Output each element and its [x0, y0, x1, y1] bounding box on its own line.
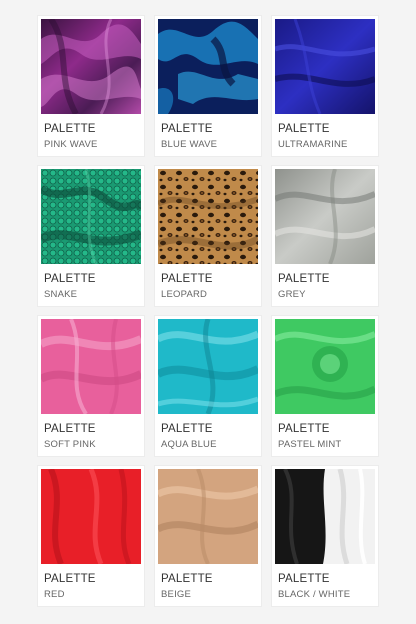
color-name: BLUE WAVE [161, 139, 218, 150]
brand-label: PALETTE [161, 123, 213, 135]
fabric-swatch-ultramarine [275, 19, 375, 114]
fabric-swatch-grey [275, 169, 375, 264]
brand-label: PALETTE [278, 123, 330, 135]
color-name: BLACK / WHITE [278, 589, 351, 600]
brand-label: PALETTE [278, 573, 330, 585]
brand-label: PALETTE [44, 273, 96, 285]
brand-label: PALETTE [278, 273, 330, 285]
brand-label: PALETTE [161, 423, 213, 435]
swatch-card-pastel-mint[interactable]: PALETTE PASTEL MINT [272, 316, 378, 456]
fabric-swatch-blue-wave [158, 19, 258, 114]
swatch-card-snake[interactable]: PALETTE SNAKE [38, 166, 144, 306]
color-name: SNAKE [44, 289, 78, 300]
swatch-card-black-white[interactable]: PALETTE BLACK / WHITE [272, 466, 378, 606]
color-name: LEOPARD [161, 289, 208, 300]
swatch-card-soft-pink[interactable]: PALETTE SOFT PINK [38, 316, 144, 456]
color-name: ULTRAMARINE [278, 139, 348, 150]
brand-label: PALETTE [161, 573, 213, 585]
swatch-card-blue-wave[interactable]: PALETTE BLUE WAVE [155, 16, 261, 156]
color-name: AQUA BLUE [161, 439, 217, 450]
brand-label: PALETTE [44, 123, 96, 135]
swatch-grid: PALETTE PINK WAVE PALETTE BLUE WAVE PALE… [38, 16, 378, 606]
fabric-swatch-black-white [275, 469, 375, 564]
swatch-card-beige[interactable]: PALETTE BEIGE [155, 466, 261, 606]
fabric-swatch-red [41, 469, 141, 564]
swatch-card-red[interactable]: PALETTE RED [38, 466, 144, 606]
brand-label: PALETTE [278, 423, 330, 435]
fabric-swatch-soft-pink [41, 319, 141, 414]
color-name: BEIGE [161, 589, 192, 600]
brand-label: PALETTE [44, 423, 96, 435]
color-name: PINK WAVE [44, 139, 98, 150]
color-name: PASTEL MINT [278, 439, 342, 450]
fabric-swatch-leopard [158, 169, 258, 264]
brand-label: PALETTE [161, 273, 213, 285]
swatch-card-pink-wave[interactable]: PALETTE PINK WAVE [38, 16, 144, 156]
brand-label: PALETTE [44, 573, 96, 585]
swatch-card-leopard[interactable]: PALETTE LEOPARD [155, 166, 261, 306]
fabric-swatch-beige [158, 469, 258, 564]
fabric-swatch-pastel-mint [275, 319, 375, 414]
swatch-card-ultramarine[interactable]: PALETTE ULTRAMARINE [272, 16, 378, 156]
color-name: RED [44, 589, 65, 600]
fabric-swatch-aqua-blue [158, 319, 258, 414]
color-name: SOFT PINK [44, 439, 96, 450]
fabric-swatch-snake [41, 169, 141, 264]
swatch-card-aqua-blue[interactable]: PALETTE AQUA BLUE [155, 316, 261, 456]
fabric-swatch-pink-wave [41, 19, 141, 114]
color-name: GREY [278, 289, 306, 300]
swatch-card-grey[interactable]: PALETTE GREY [272, 166, 378, 306]
